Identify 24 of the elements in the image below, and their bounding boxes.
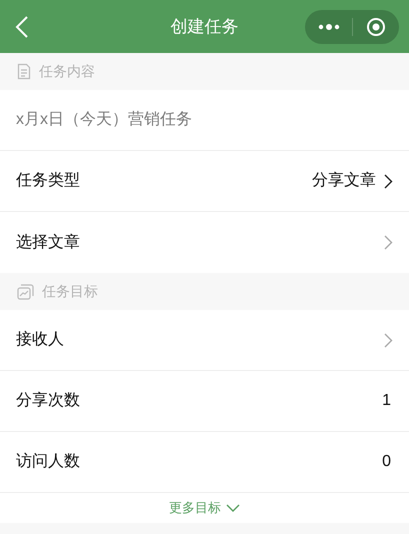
section-title: 任务内容: [39, 62, 95, 81]
item-value: 分享文章: [312, 170, 376, 191]
list-item[interactable]: 分享次数 1: [0, 371, 409, 432]
section-title: 任务目标: [42, 282, 98, 301]
more-icon: [318, 24, 340, 30]
item-label: 分享次数: [16, 390, 81, 411]
task-name-field[interactable]: x月x日（今天）营销任务: [0, 90, 409, 151]
item-label: 访问人数: [16, 452, 81, 472]
list-item[interactable]: 任务类型 分享文章: [0, 151, 409, 212]
item-value: 0: [382, 452, 391, 472]
chart-icon: [17, 284, 34, 300]
close-icon: [366, 17, 386, 37]
chevron-right-icon: [384, 332, 393, 348]
chevron-right-icon: [384, 235, 393, 250]
list-item[interactable]: 选择文章: [0, 212, 409, 273]
item-label: 接收人: [16, 330, 65, 350]
page-title: 创建任务: [170, 16, 238, 38]
document-icon: [17, 63, 31, 80]
list-item[interactable]: 接收人: [0, 310, 409, 371]
item-label: 任务类型: [16, 170, 81, 191]
chevron-right-icon: [384, 174, 393, 188]
item-label: 选择文章: [16, 232, 81, 252]
item-value: 1: [382, 391, 391, 411]
list-item[interactable]: 访问人数 0: [0, 432, 409, 493]
